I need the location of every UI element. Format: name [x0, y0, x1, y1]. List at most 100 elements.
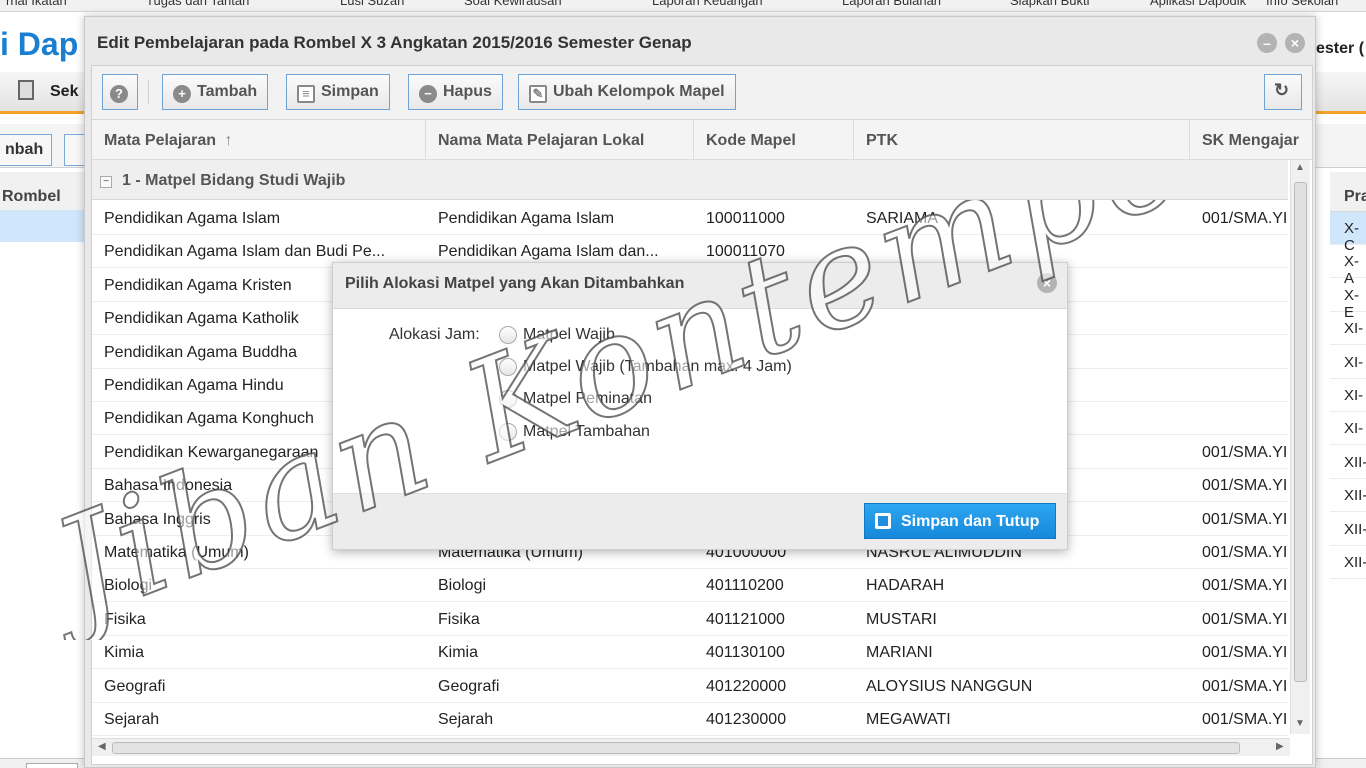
pilih-alokasi-dialog: Pilih Alokasi Matpel yang Akan Ditambahk… [332, 262, 1068, 550]
group-row[interactable]: −1 - Matpel Bidang Studi Wajib [92, 160, 1288, 200]
table-row[interactable]: Sejarah Sejarah 401230000 MEGAWATI 001/SMA.Y… [92, 703, 1288, 736]
horizontal-scrollbar[interactable]: ◀ ▶ [92, 738, 1290, 756]
ubah-kelompok-mapel-button[interactable]: ✎ Ubah Kelompok Mapel [518, 74, 736, 110]
bookmark-item[interactable]: rnal Ikatan [6, 0, 67, 8]
cell-sk: 001/SMA.YI [1202, 644, 1288, 662]
radio-button[interactable] [499, 423, 517, 441]
tambah-label: Tambah [197, 83, 258, 100]
bookmark-item[interactable]: Laporan Keuangan [652, 0, 763, 8]
cell-sk: 001/SMA.YI [1202, 477, 1288, 495]
table-row[interactable]: Kimia Kimia 401130100 MARIANI 001/SMA.YI [92, 636, 1288, 670]
cell-ptk: HADARAH [866, 577, 945, 595]
cell-lokal: Fisika [438, 610, 480, 628]
cell-sk: 001/SMA.YI [1202, 544, 1288, 561]
scroll-left-icon[interactable]: ◀ [98, 741, 106, 752]
dialog-close-icon[interactable]: × [1037, 273, 1057, 293]
dialog-footer: Simpan dan Tutup [333, 493, 1067, 549]
column-header-nama-lokal[interactable]: Nama Mata Pelajaran Lokal [426, 120, 694, 160]
document-icon [18, 80, 34, 100]
selected-rombel-row[interactable] [0, 210, 84, 242]
bookmark-item[interactable]: Info Sekolah [1266, 0, 1338, 8]
rombel-list-item[interactable]: XI- [1330, 379, 1366, 412]
scrollbar-thumb[interactable] [1294, 182, 1307, 682]
background-add-button[interactable]: nbah [0, 134, 53, 166]
bookmark-item[interactable]: Aplikasi Dapodik [1150, 0, 1246, 8]
close-icon[interactable]: × [1285, 33, 1305, 53]
column-header-kode-mapel[interactable]: Kode Mapel [694, 120, 854, 160]
cell-kode: 100011070 [706, 243, 785, 261]
horizontal-scrollbar-thumb[interactable] [112, 742, 1240, 754]
rombel-list-item[interactable]: XI- [1330, 312, 1366, 346]
column-header-mata-pelajaran[interactable]: Mata Pelajaran ↑ [92, 120, 426, 160]
rombel-list-item[interactable]: XII- [1330, 479, 1366, 513]
refresh-button[interactable]: ↻ [1264, 74, 1302, 110]
help-button[interactable]: ? [102, 74, 138, 110]
tambah-button[interactable]: + Tambah [162, 74, 269, 110]
cell-kode: 401220000 [706, 677, 787, 695]
cell-sk: 001/SMA.YI [1202, 510, 1288, 528]
simpan-dan-tutup-button[interactable]: Simpan dan Tutup [864, 503, 1056, 539]
rombel-list-item[interactable]: XII- [1330, 446, 1366, 479]
radio-button[interactable] [499, 326, 517, 344]
delete-icon: − [419, 85, 437, 103]
simpan-dan-tutup-label: Simpan dan Tutup [901, 513, 1040, 530]
rombel-list-item[interactable]: XII- [1330, 513, 1366, 546]
radio-button[interactable] [499, 390, 517, 408]
save-icon: ≡ [297, 85, 315, 103]
page-number-input[interactable]: 1 [26, 763, 78, 768]
refresh-icon: ↻ [1274, 80, 1290, 100]
bookmark-item[interactable]: Soal Kewirausah [464, 0, 562, 8]
simpan-button[interactable]: ≡ Simpan [286, 74, 390, 110]
column-header-ptk[interactable]: PTK [854, 120, 1190, 160]
column-header-sk-mengajar[interactable]: SK Mengajar [1190, 120, 1312, 160]
toolbar-separator [148, 80, 149, 104]
table-row[interactable]: Pendidikan Agama Islam Pendidikan Agama I… [92, 202, 1288, 235]
sort-ascending-icon: ↑ [224, 132, 233, 149]
cell-lokal: Pendidikan Agama Islam [438, 210, 615, 227]
save-icon [875, 513, 891, 529]
browser-bookmarks-bar: rnal Ikatan Tugas dan Tantan Lusi Suzan … [0, 0, 1366, 12]
vertical-scrollbar[interactable]: ▲ ▼ [1290, 160, 1310, 734]
table-row[interactable]: Geografi Geografi 401220000 ALOYSIUS NANGGU… [92, 669, 1288, 703]
window-toolbar: ? + Tambah ≡ Simpan − Hapus ✎ Ubah Kelompok … [92, 66, 1312, 120]
rombel-list-item[interactable]: XII- [1330, 546, 1366, 579]
table-row[interactable]: Biologi Biologi 401110200 HADARAH 001/SMA.YI [92, 569, 1288, 603]
dialog-title: Pilih Alokasi Matpel yang Akan Ditambahk… [345, 275, 685, 292]
rombel-list-item[interactable]: XI- [1330, 412, 1366, 446]
radio-button[interactable] [499, 358, 517, 376]
dialog-header: Pilih Alokasi Matpel yang Akan Ditambahk… [333, 263, 1067, 309]
bookmark-item[interactable]: Lusi Suzan [340, 0, 404, 8]
hapus-button[interactable]: − Hapus [408, 74, 503, 110]
semester-label: ester ( [1316, 40, 1365, 57]
nav-item-sekolah[interactable]: Sek [50, 83, 78, 101]
cell-mapel: Fisika [104, 610, 146, 628]
cell-ptk: SARIAMA [866, 210, 939, 227]
cell-mapel: Pendidikan Agama Islam dan Budi Pe... [104, 243, 386, 261]
rombel-list-item[interactable]: X-C [1330, 212, 1366, 254]
cell-lokal: Geografi [438, 677, 500, 695]
background-edit-button[interactable] [64, 134, 86, 166]
bookmark-item[interactable]: Tugas dan Tantan [146, 0, 249, 8]
cell-ptk: MARIANI [866, 644, 933, 662]
scroll-down-icon[interactable]: ▼ [1295, 718, 1305, 729]
radio-label: Matpel Wajib [523, 326, 615, 343]
rombel-list-item[interactable]: XI- [1330, 346, 1366, 379]
cell-kode: 401130100 [706, 644, 785, 662]
cell-ptk: ALOYSIUS NANGGUN [866, 677, 1033, 695]
cell-mapel: Kimia [104, 644, 145, 662]
cell-sk: 001/SMA.YI [1202, 711, 1288, 728]
bookmark-item[interactable]: Laporan Bulanan [842, 0, 941, 8]
collapse-icon[interactable]: − [100, 176, 112, 188]
table-row[interactable]: Fisika Fisika 401121000 MUSTARI 001/SMA.YI [92, 602, 1288, 636]
rombel-list-item[interactable]: X-A [1330, 245, 1366, 287]
rombel-list-item[interactable]: X-E [1330, 279, 1366, 321]
hapus-label: Hapus [443, 83, 492, 100]
minimize-icon[interactable]: – [1257, 33, 1277, 53]
group-label: 1 - Matpel Bidang Studi Wajib [122, 172, 346, 189]
scroll-up-icon[interactable]: ▲ [1295, 162, 1305, 173]
rombel-column-header[interactable]: Rombel [0, 172, 84, 212]
cell-lokal: Pendidikan Agama Islam dan... [438, 243, 659, 261]
pra-column-header[interactable]: Pra [1330, 172, 1366, 212]
scroll-right-icon[interactable]: ▶ [1276, 741, 1284, 752]
bookmark-item[interactable]: Siapkan Bukti [1010, 0, 1090, 8]
